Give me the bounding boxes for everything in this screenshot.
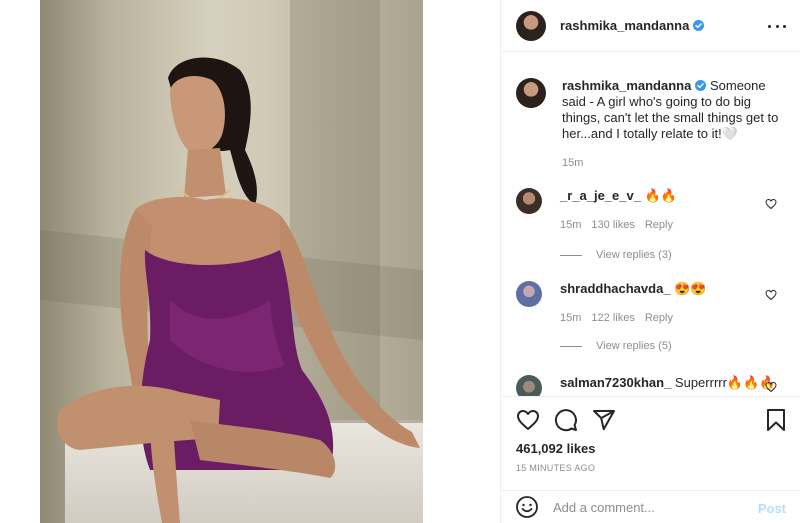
caption-time[interactable]: 15m [562, 155, 786, 171]
commenter-avatar[interactable] [516, 188, 542, 214]
caption-avatar[interactable] [516, 78, 546, 108]
post-photo[interactable] [40, 0, 423, 523]
reply-button[interactable]: Reply [645, 217, 673, 233]
commenter-username[interactable]: salman7230khan_ [560, 375, 671, 390]
comment-item: shraddhachavda_ 😍😍 15m 122 likes Reply [516, 281, 786, 326]
verified-badge-icon [693, 20, 705, 31]
comment-like-heart-icon[interactable] [765, 198, 777, 210]
replies-line [560, 345, 582, 347]
post-timestamp[interactable]: 15 MINUTES AGO [516, 463, 595, 473]
photo-figure [56, 57, 420, 523]
comments-list[interactable]: rashmika_mandanna Someone said - A girl … [501, 53, 800, 396]
comment-input[interactable] [553, 499, 743, 515]
comment-like-heart-icon[interactable] [765, 381, 777, 393]
caption-username[interactable]: rashmika_mandanna [562, 78, 691, 93]
post-photo-area [0, 0, 500, 523]
reply-button[interactable]: Reply [645, 310, 673, 326]
comment-text: 🔥🔥 [644, 188, 677, 203]
bookmark-icon[interactable] [764, 408, 788, 432]
comment-likes[interactable]: 122 likes [591, 310, 634, 326]
comment-icon[interactable] [554, 408, 578, 432]
share-icon[interactable] [592, 408, 616, 432]
view-replies-text[interactable]: View replies (3) [596, 249, 672, 261]
post-author-username[interactable]: rashmika_mandanna [560, 18, 705, 33]
avatar[interactable] [516, 10, 546, 41]
comment-text: 😍😍 [674, 281, 707, 296]
commenter-avatar[interactable] [516, 281, 542, 307]
view-replies-text[interactable]: View replies (5) [596, 340, 672, 352]
view-replies-button[interactable]: View replies (5) [560, 340, 672, 352]
comment-likes[interactable]: 130 likes [591, 217, 634, 233]
comment-time[interactable]: 15m [560, 310, 581, 326]
post-header: rashmika_mandanna [501, 0, 800, 52]
commenter-username[interactable]: _r_a_je_e_v_ [560, 188, 641, 203]
replies-line [560, 254, 582, 256]
post-side-panel: rashmika_mandanna rashmika_mandanna Some… [501, 0, 800, 523]
heart-icon[interactable] [516, 408, 540, 432]
comment-time[interactable]: 15m [560, 217, 581, 233]
verified-badge-icon [695, 80, 707, 91]
post-actions: 461,092 likes 15 MINUTES AGO [501, 396, 800, 482]
comment-item: _r_a_je_e_v_ 🔥🔥 15m 130 likes Reply [516, 188, 786, 233]
author-username-text[interactable]: rashmika_mandanna [560, 18, 689, 33]
post-caption: rashmika_mandanna Someone said - A girl … [516, 78, 786, 171]
emoji-icon[interactable] [515, 495, 539, 519]
commenter-username[interactable]: shraddhachavda_ [560, 281, 671, 296]
post-comment-button[interactable]: Post [758, 501, 786, 516]
view-replies-button[interactable]: View replies (3) [560, 249, 672, 261]
add-comment-bar: Post [501, 490, 800, 523]
likes-count[interactable]: 461,092 likes [516, 441, 596, 456]
commenter-avatar[interactable] [516, 375, 542, 396]
comment-item: salman7230khan_ Superrrrr🔥🔥🔥 [516, 375, 786, 396]
more-options-icon[interactable] [768, 17, 786, 35]
comment-text: Superrrrr🔥🔥🔥 [674, 375, 776, 390]
comment-like-heart-icon[interactable] [765, 289, 777, 301]
